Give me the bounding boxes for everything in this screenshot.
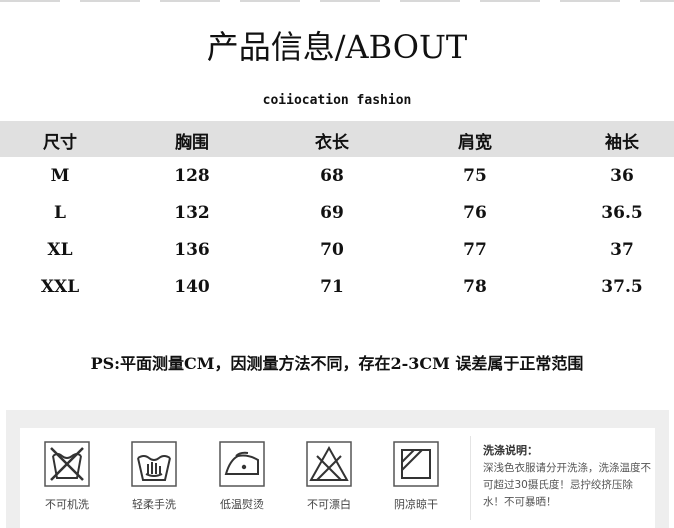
no-bleach-icon [305,440,353,488]
care-instructions-panel: 不可机洗 轻柔手洗 低温熨烫 不可漂白 阴凉晾干 洗涤说明： 深浅色衣服请分开洗… [6,410,669,528]
wash-instructions-title: 洗涤说明： [483,444,538,457]
column-header-length: 衣长 [315,133,349,153]
table-row: XXL 140 71 78 37.5 [0,277,674,307]
table-row: XL 136 70 77 37 [0,240,674,270]
icon-label: 不可漂白 [307,498,351,511]
shoulder-cell: 75 [463,166,487,186]
column-header-sleeve: 袖长 [605,133,639,153]
shade-dry-icon [392,440,440,488]
chest-cell: 136 [174,240,210,260]
shoulder-cell: 76 [463,203,487,223]
chest-cell: 140 [174,277,210,297]
icon-label: 不可机洗 [45,498,89,511]
sleeve-cell: 37.5 [601,277,643,297]
measurement-note: PS:平面测量CM，因测量方法不同，存在2-3CM 误差属于正常范围 [90,354,584,373]
brand-subtitle: coiiocation fashion [262,93,412,108]
gentle-hand-wash-icon [130,440,178,488]
column-header-size: 尺寸 [43,133,77,153]
length-cell: 70 [320,240,344,260]
shoulder-cell: 78 [463,277,487,297]
chest-cell: 128 [174,166,210,186]
column-header-chest: 胸围 [175,133,209,153]
sleeve-cell: 36 [610,166,634,186]
top-dotted-border [0,0,674,2]
page-title: 产品信息/ABOUT [206,28,468,66]
care-card: 不可机洗 轻柔手洗 低温熨烫 不可漂白 阴凉晾干 洗涤说明： 深浅色衣服请分开洗… [20,428,655,528]
shoulder-cell: 77 [463,240,487,260]
no-machine-wash-icon [43,440,91,488]
table-row: L 132 69 76 36.5 [0,203,674,233]
table-row: M 128 68 75 36 [0,166,674,196]
care-divider [470,436,471,520]
length-cell: 68 [320,166,344,186]
size-cell: L [54,203,66,223]
length-cell: 69 [320,203,344,223]
size-cell: XL [47,240,73,260]
sleeve-cell: 36.5 [601,203,643,223]
sleeve-cell: 37 [610,240,634,260]
length-cell: 71 [320,277,344,297]
size-table-header: 尺寸 胸围 衣长 肩宽 袖长 [0,121,674,157]
size-cell: XXL [40,277,80,297]
size-cell: M [50,166,70,186]
wash-instructions-text: 深浅色衣服请分开洗涤，洗涤温度不可超过30摄氏度！忌拧绞挤压除水！不可暴晒！ [483,462,651,508]
column-header-shoulder: 肩宽 [458,133,492,153]
low-temp-iron-icon [218,440,266,488]
icon-label: 低温熨烫 [220,498,264,511]
icon-label: 轻柔手洗 [132,498,176,511]
icon-label: 阴凉晾干 [394,498,438,511]
chest-cell: 132 [174,203,210,223]
